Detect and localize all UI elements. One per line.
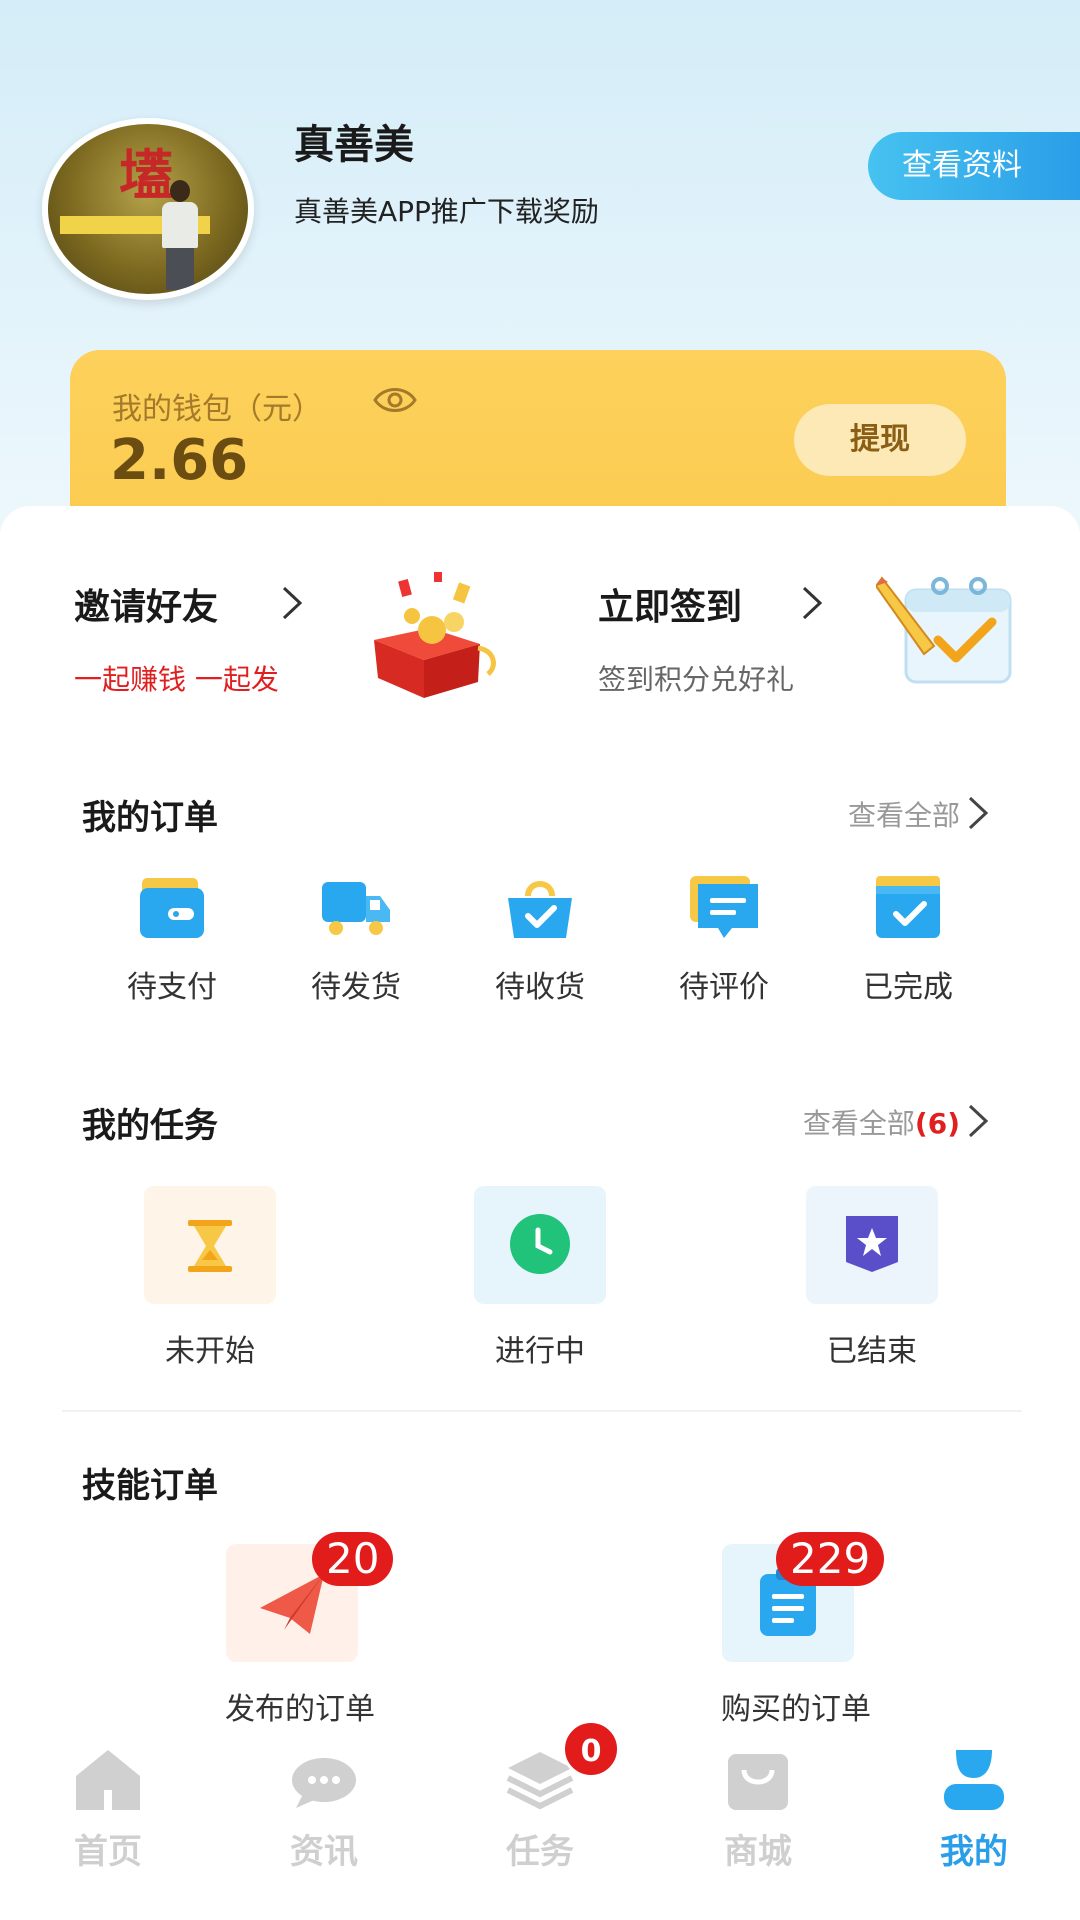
sign-in-title[interactable]: 立即签到 xyxy=(598,578,742,630)
order-item-label: 已完成 xyxy=(863,970,953,1005)
tab-label: 任务 xyxy=(506,1832,574,1872)
task-item-label: 进行中 xyxy=(495,1334,585,1369)
chevron-right-icon[interactable] xyxy=(966,794,990,832)
order-item-label: 待发货 xyxy=(311,970,401,1005)
orders-view-all-link[interactable]: 查看全部 xyxy=(848,794,960,834)
wallet-label: 我的钱包（元） xyxy=(112,392,322,427)
tasks-view-all-link[interactable]: 查看全部(6) xyxy=(803,1102,960,1142)
invite-friends-title[interactable]: 邀请好友 xyxy=(74,578,218,630)
avatar[interactable]: 壒 xyxy=(42,118,254,300)
tab-home[interactable]: 首页 xyxy=(38,1746,178,1876)
order-pending-receipt[interactable]: 待收货 xyxy=(470,872,610,1012)
hourglass-icon xyxy=(188,1220,232,1272)
home-icon xyxy=(76,1750,140,1810)
chevron-right-icon[interactable] xyxy=(800,584,824,622)
task-icon-box xyxy=(474,1186,606,1304)
tasks-view-all-label: 查看全部 xyxy=(802,1107,915,1140)
tab-news[interactable]: 资讯 xyxy=(254,1746,394,1876)
order-item-label: 待支付 xyxy=(127,970,217,1005)
tab-label: 商城 xyxy=(724,1832,792,1872)
section-divider xyxy=(62,1410,1022,1412)
chevron-right-icon[interactable] xyxy=(280,584,304,622)
user-subtitle: 真善美APP推广下载奖励 xyxy=(294,195,599,228)
task-item-label: 未开始 xyxy=(165,1334,255,1369)
eye-icon[interactable] xyxy=(372,382,418,418)
task-in-progress[interactable]: 进行中 xyxy=(432,1186,632,1369)
clock-icon xyxy=(510,1214,570,1274)
paper-plane-icon xyxy=(260,1574,324,1634)
tab-label: 首页 xyxy=(74,1832,142,1872)
view-profile-button[interactable]: 查看资料 xyxy=(868,132,1080,200)
sign-in-subtitle: 签到积分兑好礼 xyxy=(598,663,795,696)
withdraw-button[interactable]: 提现 xyxy=(794,404,966,476)
orders-section-title: 我的订单 xyxy=(82,798,218,838)
avatar-person-graphic xyxy=(160,180,200,290)
order-pending-payment[interactable]: 待支付 xyxy=(102,872,242,1012)
order-pending-shipment[interactable]: 待发货 xyxy=(286,872,426,1012)
skill-item-label: 购买的订单 xyxy=(721,1692,871,1727)
star-badge-icon xyxy=(846,1216,898,1272)
task-icon-box xyxy=(144,1186,276,1304)
comment-icon xyxy=(690,876,758,938)
user-icon xyxy=(944,1750,1004,1810)
wallet-amount: 2.66 xyxy=(110,428,249,493)
task-not-started[interactable]: 未开始 xyxy=(102,1186,302,1369)
tab-tasks[interactable]: 0 任务 xyxy=(470,1720,620,1876)
skill-item-label: 发布的订单 xyxy=(225,1692,375,1727)
tab-mall[interactable]: 商城 xyxy=(688,1746,828,1876)
tab-label: 资讯 xyxy=(290,1832,358,1872)
shopping-bag-icon xyxy=(728,1754,788,1810)
user-name: 真善美 xyxy=(294,122,414,168)
bag-check-icon xyxy=(508,881,572,938)
orders-view-all-label: 查看全部 xyxy=(847,799,960,832)
tasks-section-title: 我的任务 xyxy=(82,1106,218,1146)
gift-box-icon[interactable] xyxy=(360,570,510,700)
skill-published-orders[interactable]: 20 发布的订单 xyxy=(150,1532,450,1727)
calendar-check-icon[interactable] xyxy=(876,568,1026,700)
bottom-tab-bar: 首页 资讯 0 任务 商城 我的 xyxy=(0,1720,1080,1920)
order-item-label: 待收货 xyxy=(495,970,585,1005)
task-icon-box xyxy=(806,1186,938,1304)
tasks-count: (6) xyxy=(914,1107,960,1140)
task-item-label: 已结束 xyxy=(827,1334,917,1369)
truck-icon xyxy=(322,882,390,935)
skill-purchased-orders[interactable]: 229 购买的订单 xyxy=(646,1532,946,1727)
wallet-icon xyxy=(140,878,204,938)
task-ended[interactable]: 已结束 xyxy=(764,1186,964,1369)
tab-label: 我的 xyxy=(940,1832,1008,1872)
published-orders-badge: 20 xyxy=(312,1532,394,1586)
skills-section-title: 技能订单 xyxy=(82,1466,218,1506)
tab-mine[interactable]: 我的 xyxy=(904,1746,1044,1876)
folder-check-icon xyxy=(876,876,940,938)
chat-icon xyxy=(292,1758,356,1808)
chevron-right-icon[interactable] xyxy=(966,1102,990,1140)
order-completed[interactable]: 已完成 xyxy=(838,872,978,1012)
invite-friends-subtitle: 一起赚钱 一起发 xyxy=(74,663,279,696)
order-item-label: 待评价 xyxy=(679,970,769,1005)
purchased-orders-badge: 229 xyxy=(776,1532,885,1586)
order-pending-review[interactable]: 待评价 xyxy=(654,872,794,1012)
tasks-tab-badge: 0 xyxy=(562,1720,620,1778)
